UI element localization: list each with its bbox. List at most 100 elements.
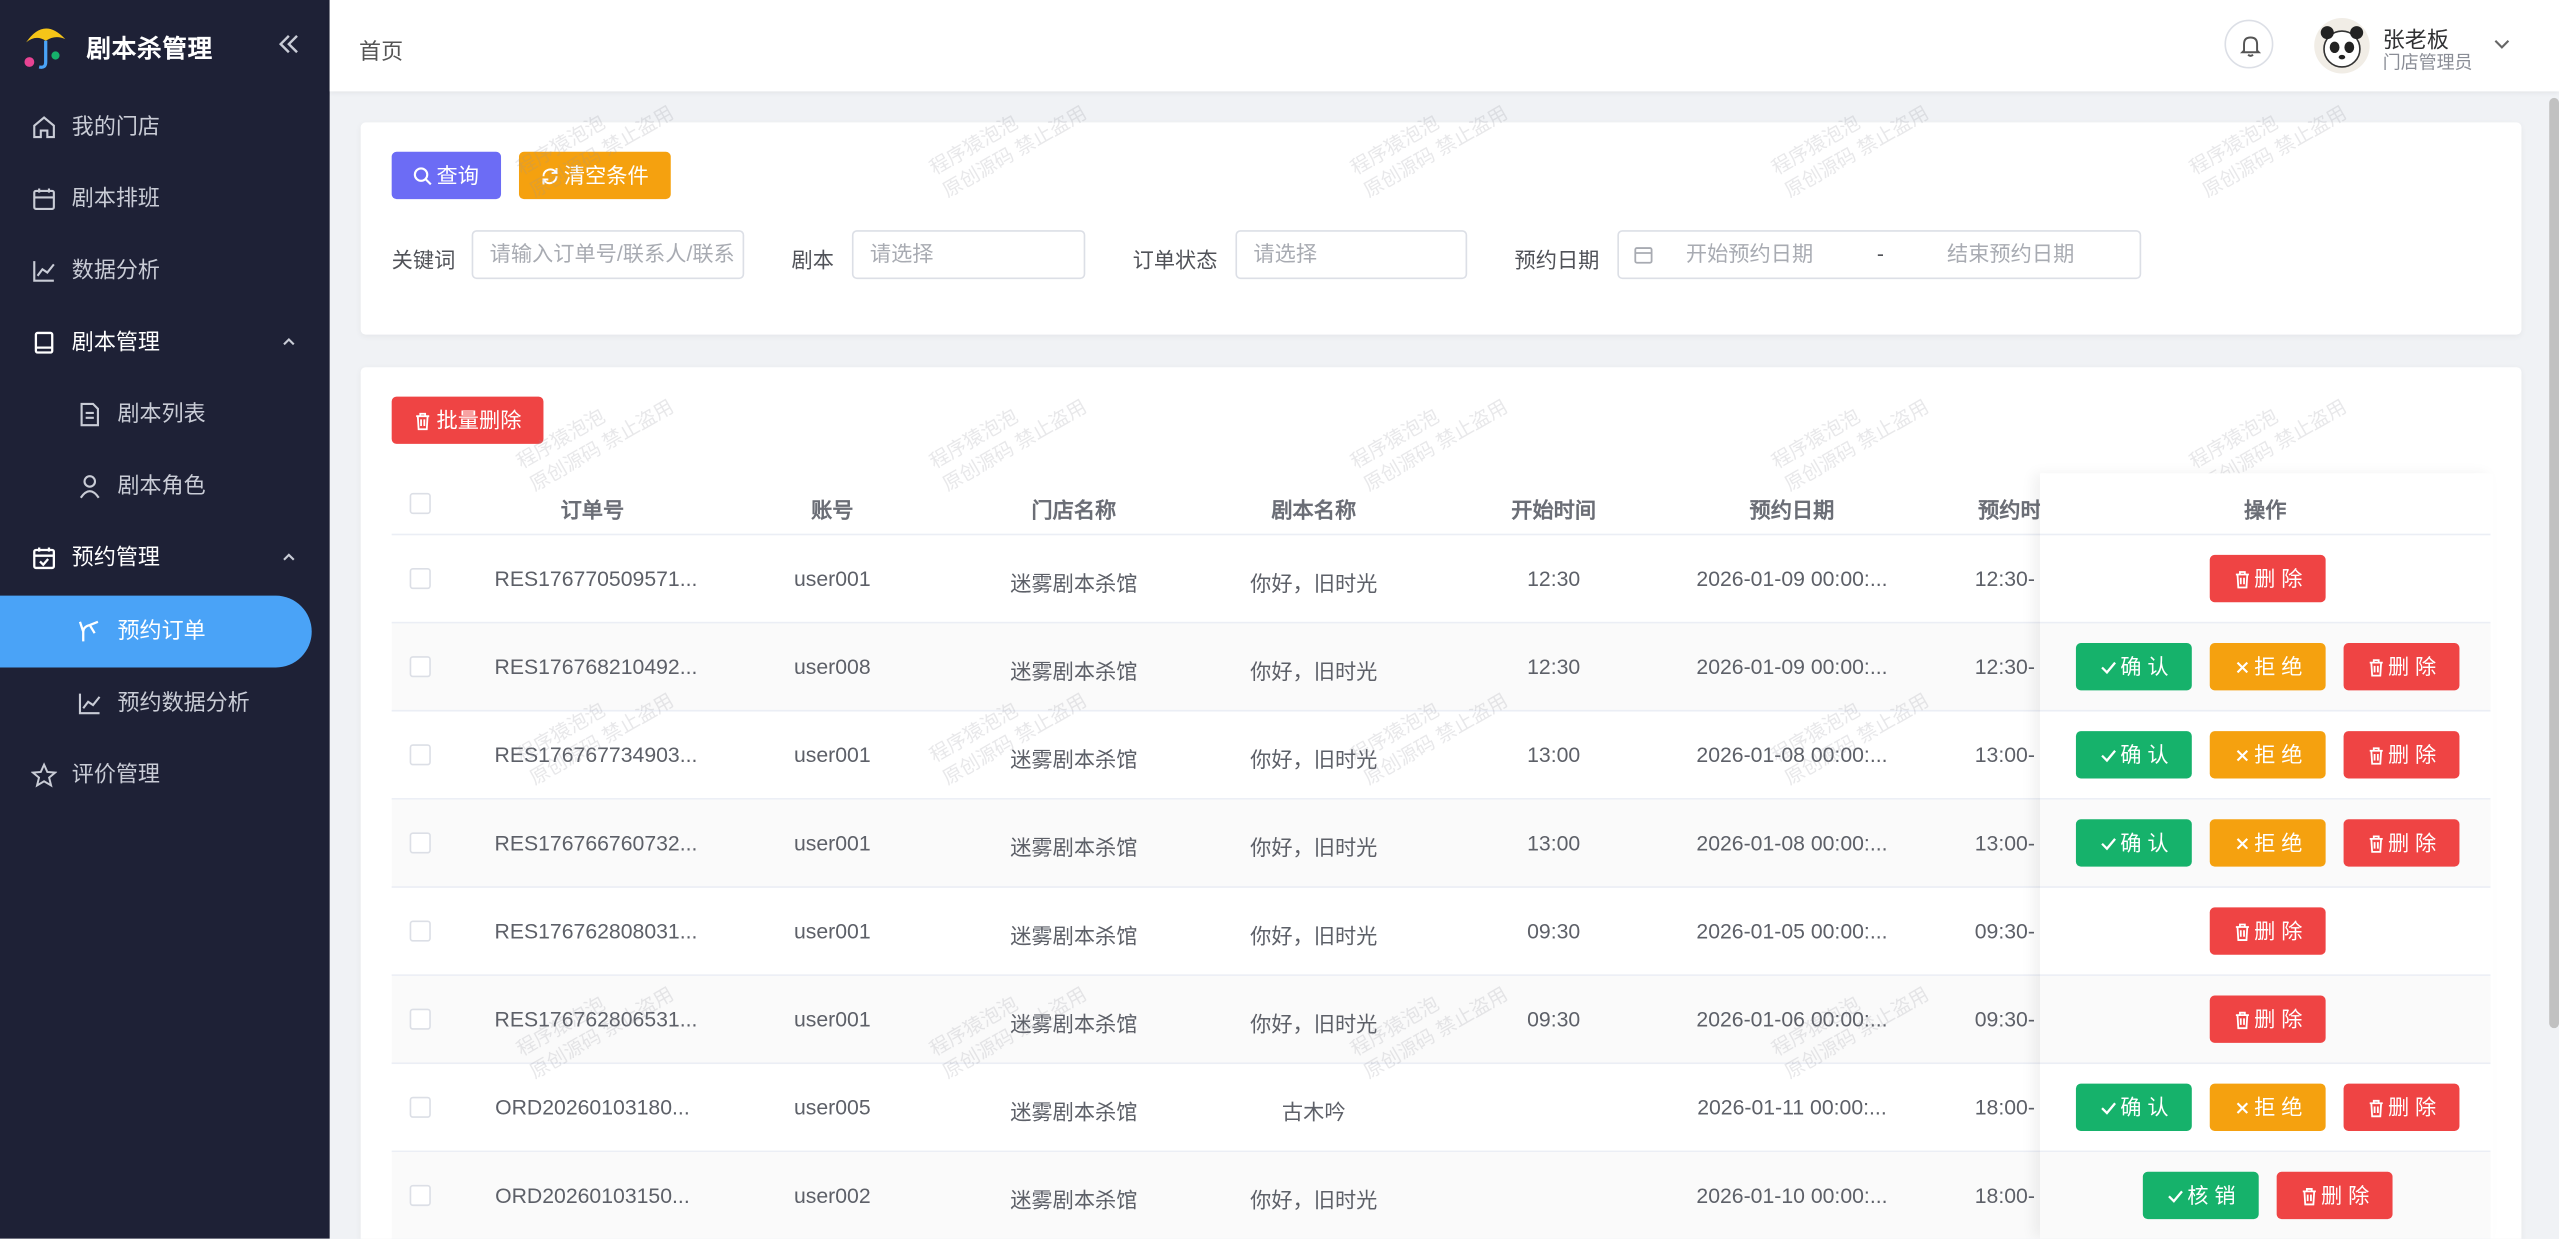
- select-all-checkbox[interactable]: [409, 492, 431, 515]
- date-end-input[interactable]: 结束预约日期: [1947, 232, 2074, 278]
- sidebar-group-reservation-management[interactable]: 预约管理: [0, 522, 330, 594]
- delete-label: 删 除: [2321, 1183, 2370, 1208]
- row-checkbox[interactable]: [409, 832, 431, 854]
- sidebar-item-label: 预约管理: [71, 545, 160, 570]
- sidebar-item-script-list[interactable]: 剧本列表: [0, 379, 330, 451]
- sidebar-item-my-store[interactable]: 我的门店: [0, 91, 330, 163]
- batch-delete-label: 批量删除: [436, 408, 522, 433]
- user-role: 门店管理员: [2382, 53, 2473, 74]
- calendar-check-icon: [33, 547, 55, 570]
- x-icon: [2237, 1102, 2249, 1114]
- sidebar-item-label: 数据分析: [71, 257, 160, 283]
- row-checkbox[interactable]: [409, 656, 431, 678]
- sidebar-item-reservation-orders[interactable]: 预约订单: [0, 595, 312, 668]
- page-scrollbar[interactable]: [2549, 97, 2559, 1029]
- start-time-cell: 09:30: [1527, 1006, 1581, 1032]
- delete-button[interactable]: 删 除: [2343, 819, 2460, 867]
- calendar-icon: [1634, 247, 1653, 264]
- check-icon: [2168, 1190, 2184, 1203]
- sidebar-item-reviews[interactable]: 评价管理: [0, 739, 330, 811]
- book-icon: [34, 331, 54, 354]
- delete-button[interactable]: 删 除: [2276, 1171, 2393, 1220]
- batch-delete-button[interactable]: 批量删除: [391, 396, 544, 444]
- reject-label: 拒 绝: [2254, 830, 2303, 856]
- top-header: 首页 张老板 门店管理员: [329, 0, 2559, 92]
- notification-button[interactable]: [2224, 19, 2274, 69]
- row-checkbox[interactable]: [409, 567, 431, 590]
- chevron-down-icon[interactable]: [2494, 38, 2510, 51]
- row-checkbox[interactable]: [409, 744, 431, 766]
- operations-column: 操作 删 除确 认拒 绝删 除确 认拒 绝删 除确 认拒 绝删 除删 除删 除确…: [2040, 473, 2494, 1239]
- sidebar-item-data-analysis[interactable]: 数据分析: [0, 235, 330, 307]
- column-header-account: 账号: [811, 497, 854, 523]
- order-no-cell: RES176762808031...: [494, 918, 698, 944]
- start-time-cell: 12:30: [1527, 654, 1581, 679]
- calendar-icon: [33, 188, 55, 210]
- delete-button[interactable]: 删 除: [2343, 643, 2460, 691]
- delete-button[interactable]: 删 除: [2343, 731, 2460, 779]
- umbrella-logo-icon: [24, 28, 66, 69]
- delete-label: 删 除: [2387, 1095, 2437, 1120]
- row-checkbox[interactable]: [409, 1008, 431, 1030]
- breadcrumb[interactable]: 首页: [359, 33, 403, 66]
- trash-icon: [2303, 1188, 2317, 1206]
- sidebar: 剧本杀管理 我的门店 剧本排班 数据分析 剧本管理 剧本列表 剧本角色 预约管理…: [0, 0, 330, 1239]
- operations-row: 确 认拒 绝删 除: [2040, 712, 2491, 800]
- reserve-date-cell: 2026-01-09 00:00:...: [1696, 654, 1888, 679]
- row-checkbox[interactable]: [409, 1096, 431, 1118]
- row-checkbox[interactable]: [409, 920, 431, 942]
- query-button[interactable]: 查询: [391, 151, 502, 200]
- status-label: 订单状态: [1132, 248, 1218, 273]
- date-range-picker[interactable]: 开始预约日期 - 结束预约日期: [1617, 230, 2142, 280]
- confirm-button[interactable]: 确 认: [2075, 1083, 2192, 1131]
- sidebar-item-label: 剧本列表: [117, 401, 206, 426]
- confirm-button[interactable]: 确 认: [2075, 819, 2192, 867]
- sidebar-item-script-roles[interactable]: 剧本角色: [0, 450, 330, 522]
- start-time-cell: 09:30: [1527, 918, 1581, 944]
- x-icon: [2237, 838, 2249, 850]
- trash-icon: [2369, 1099, 2384, 1118]
- chevron-up-icon: [283, 553, 295, 561]
- trash-icon: [2369, 659, 2384, 677]
- reject-button[interactable]: 拒 绝: [2209, 731, 2326, 779]
- x-icon: [2237, 661, 2249, 674]
- store-name-cell: 迷雾剧本杀馆: [1010, 835, 1138, 861]
- confirm-button[interactable]: 确 认: [2075, 643, 2192, 691]
- delete-label: 删 除: [2254, 918, 2303, 944]
- reserve-date-cell: 2026-01-09 00:00:...: [1696, 566, 1888, 591]
- keyword-input[interactable]: 请输入订单号/联系人/联系: [471, 230, 745, 280]
- sidebar-group-script-management[interactable]: 剧本管理: [0, 307, 330, 379]
- sidebar-item-reservation-analysis[interactable]: 预约数据分析: [0, 667, 330, 739]
- delete-button[interactable]: 删 除: [2209, 995, 2326, 1043]
- clear-label: 清空条件: [563, 163, 649, 188]
- chevron-up-icon: [283, 337, 295, 346]
- column-header-reserve-date: 预约日期: [1749, 497, 1835, 523]
- date-start-input[interactable]: 开始预约日期: [1686, 232, 1813, 278]
- order-no-cell: ORD20260103180...: [495, 1095, 690, 1120]
- delete-button[interactable]: 删 除: [2209, 907, 2326, 955]
- sidebar-item-schedule[interactable]: 剧本排班: [0, 163, 330, 235]
- store-name-cell: 迷雾剧本杀馆: [1010, 659, 1138, 684]
- store-name-cell: 迷雾剧本杀馆: [1010, 1099, 1138, 1125]
- collapse-icon[interactable]: [271, 26, 307, 62]
- operations-row: 删 除: [2040, 975, 2491, 1065]
- operations-row: 确 认拒 绝 删 除: [2040, 1064, 2491, 1153]
- reject-button[interactable]: 拒 绝: [2209, 1083, 2326, 1131]
- column-header-script-name: 剧本名称: [1271, 497, 1357, 523]
- delete-button[interactable]: 删 除: [2209, 554, 2326, 603]
- delete-label: 删 除: [2387, 830, 2437, 856]
- script-name-cell: 你好，旧时光: [1250, 659, 1378, 684]
- reject-button[interactable]: 拒 绝: [2209, 819, 2326, 867]
- script-select[interactable]: 请选择: [851, 230, 1086, 280]
- clear-filters-button[interactable]: 清空条件: [518, 151, 671, 200]
- reject-button[interactable]: 拒 绝: [2209, 643, 2326, 691]
- script-label: 剧本: [791, 248, 834, 273]
- confirm-button[interactable]: 确 认: [2075, 731, 2192, 779]
- check-icon: [2101, 749, 2117, 763]
- avatar[interactable]: [2314, 17, 2370, 74]
- sidebar-item-label: 我的门店: [71, 114, 160, 139]
- status-select[interactable]: 请选择: [1235, 230, 1468, 280]
- row-checkbox[interactable]: [409, 1184, 431, 1207]
- verify-button[interactable]: 核 销: [2142, 1171, 2259, 1220]
- delete-button[interactable]: 删 除: [2343, 1083, 2460, 1131]
